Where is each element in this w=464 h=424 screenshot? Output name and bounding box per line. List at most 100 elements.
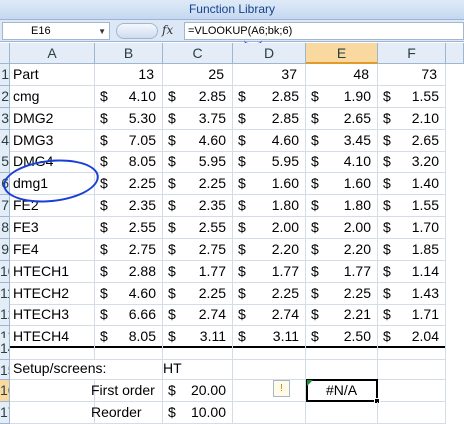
row-header[interactable]: 15 (0, 360, 10, 380)
price-cell[interactable]: $5.95 (233, 151, 306, 174)
setup-value[interactable]: HT (163, 358, 233, 380)
reorder-cell[interactable]: $10.00 (163, 402, 233, 424)
row-header[interactable]: 12 (0, 304, 10, 327)
quantity-header-cell[interactable]: 73 (378, 64, 446, 86)
name-box[interactable]: E16 ▼ (2, 22, 110, 40)
setup-label[interactable]: Setup/screens: (10, 358, 163, 380)
price-cell[interactable]: $1.60 (233, 173, 306, 196)
first-order-label[interactable]: First order (91, 380, 163, 402)
price-cell[interactable]: $2.20 (306, 238, 378, 261)
column-header-b[interactable]: B (95, 43, 163, 64)
price-cell[interactable]: $2.88 (95, 260, 163, 283)
quantity-header-cell[interactable]: 13 (95, 64, 163, 86)
row-header[interactable]: 17 (0, 402, 10, 424)
price-cell[interactable]: $1.60 (306, 173, 378, 196)
price-cell[interactable]: $1.77 (233, 260, 306, 283)
price-cell[interactable]: $2.65 (378, 129, 446, 152)
price-cell[interactable]: $2.00 (306, 216, 378, 239)
part-cell[interactable]: Part (10, 64, 95, 86)
price-cell[interactable]: $2.25 (163, 173, 233, 196)
error-warning-icon[interactable]: ! (273, 380, 290, 397)
column-header-a[interactable]: A (10, 43, 95, 64)
chevron-down-icon[interactable]: ▼ (98, 27, 106, 36)
quantity-header-cell[interactable]: 37 (233, 64, 306, 86)
price-cell[interactable]: $4.60 (163, 129, 233, 152)
part-cell[interactable]: DMG3 (10, 129, 95, 152)
price-cell[interactable]: $2.74 (233, 304, 306, 327)
part-cell[interactable]: FE4 (10, 238, 95, 261)
column-header-g[interactable] (446, 43, 464, 64)
price-cell[interactable]: $1.40 (378, 173, 446, 196)
price-cell[interactable]: $2.35 (95, 195, 163, 218)
row-header[interactable]: 7 (0, 195, 10, 218)
quantity-header-cell[interactable]: 48 (306, 64, 378, 86)
price-cell[interactable]: $5.30 (95, 107, 163, 130)
price-cell[interactable]: $1.90 (306, 85, 378, 108)
price-cell[interactable]: $4.60 (95, 282, 163, 305)
price-cell[interactable]: $1.70 (378, 216, 446, 239)
price-cell[interactable]: $2.75 (163, 238, 233, 261)
price-cell[interactable]: $1.80 (233, 195, 306, 218)
first-order-cell[interactable]: $20.00 (163, 380, 233, 402)
row-header[interactable]: 1 (0, 64, 10, 86)
price-cell[interactable]: $2.35 (163, 195, 233, 218)
price-cell[interactable]: $2.85 (163, 85, 233, 108)
part-cell[interactable]: HTECH3 (10, 304, 95, 327)
row-header[interactable]: 9 (0, 238, 10, 261)
price-cell[interactable]: $2.25 (306, 282, 378, 305)
row-header[interactable]: 10 (0, 260, 10, 283)
price-cell[interactable]: $2.55 (163, 216, 233, 239)
price-cell[interactable]: $4.60 (233, 129, 306, 152)
price-cell[interactable]: $2.10 (378, 107, 446, 130)
price-cell[interactable]: $2.85 (233, 107, 306, 130)
price-cell[interactable]: $1.55 (378, 195, 446, 218)
select-all-corner[interactable] (0, 43, 10, 64)
column-header-e[interactable]: E (306, 43, 378, 64)
price-cell[interactable]: $2.20 (233, 238, 306, 261)
row-header[interactable]: 8 (0, 216, 10, 239)
row-header[interactable]: 2 (0, 85, 10, 108)
row-header[interactable]: 3 (0, 107, 10, 130)
price-cell[interactable]: $1.80 (306, 195, 378, 218)
column-header-d[interactable]: D (233, 43, 306, 64)
part-cell[interactable]: FE3 (10, 216, 95, 239)
part-cell[interactable]: HTECH1 (10, 260, 95, 283)
row-header[interactable]: 14 (0, 338, 10, 360)
price-cell[interactable]: $1.85 (378, 238, 446, 261)
price-cell[interactable]: $3.45 (306, 129, 378, 152)
row-header[interactable]: 16 (0, 380, 10, 402)
price-cell[interactable]: $2.25 (163, 282, 233, 305)
price-cell[interactable]: $1.55 (378, 85, 446, 108)
price-cell[interactable]: $2.85 (233, 85, 306, 108)
price-cell[interactable]: $8.05 (95, 151, 163, 174)
price-cell[interactable]: $1.77 (306, 260, 378, 283)
price-cell[interactable]: $6.66 (95, 304, 163, 327)
part-cell[interactable]: DMG2 (10, 107, 95, 130)
price-cell[interactable]: $2.25 (95, 173, 163, 196)
price-cell[interactable]: $1.71 (378, 304, 446, 327)
column-header-f[interactable]: F (378, 43, 446, 64)
column-header-c[interactable]: C (163, 43, 233, 64)
price-cell[interactable]: $1.14 (378, 260, 446, 283)
price-cell[interactable]: $2.21 (306, 304, 378, 327)
price-cell[interactable]: $2.25 (233, 282, 306, 305)
formula-input[interactable]: =VLOOKUP(A6;bk;6) (184, 22, 464, 40)
price-cell[interactable]: $2.74 (163, 304, 233, 327)
price-cell[interactable]: $3.75 (163, 107, 233, 130)
part-cell[interactable]: HTECH2 (10, 282, 95, 305)
price-cell[interactable]: $5.95 (163, 151, 233, 174)
quantity-header-cell[interactable]: 25 (163, 64, 233, 86)
price-cell[interactable]: $2.00 (233, 216, 306, 239)
price-cell[interactable]: $1.43 (378, 282, 446, 305)
part-cell[interactable]: cmg (10, 85, 95, 108)
price-cell[interactable]: $4.10 (95, 85, 163, 108)
row-header[interactable]: 11 (0, 282, 10, 305)
price-cell[interactable]: $4.10 (306, 151, 378, 174)
price-cell[interactable]: $7.05 (95, 129, 163, 152)
reorder-label[interactable]: Reorder (91, 402, 163, 424)
price-cell[interactable]: $2.65 (306, 107, 378, 130)
row-header[interactable]: 5 (0, 151, 10, 174)
price-cell[interactable]: $1.77 (163, 260, 233, 283)
price-cell[interactable]: $2.55 (95, 216, 163, 239)
price-cell[interactable]: $2.75 (95, 238, 163, 261)
